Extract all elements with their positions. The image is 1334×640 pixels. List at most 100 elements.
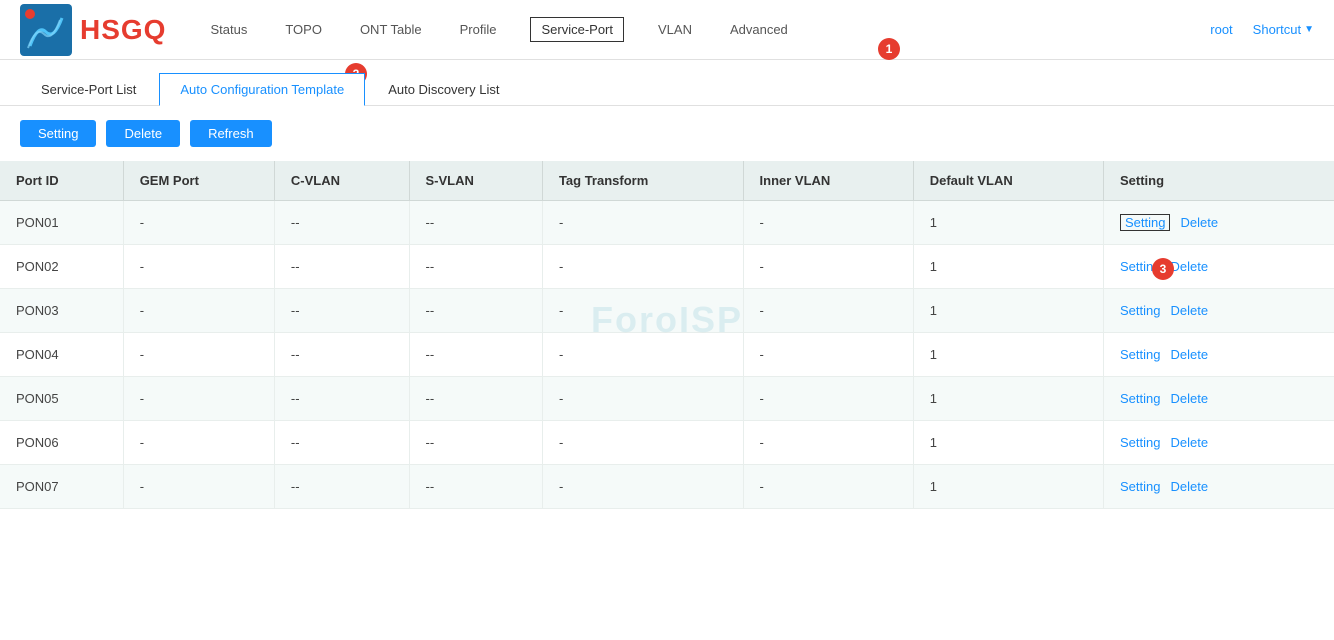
cell-default-vlan: 1 <box>913 201 1103 245</box>
nav-right: root Shortcut ▼ <box>1210 22 1314 37</box>
cell-port-id: PON07 <box>0 465 123 509</box>
cell-c-vlan: -- <box>274 201 409 245</box>
cell-port-id: PON05 <box>0 377 123 421</box>
cell-default-vlan: 1 <box>913 333 1103 377</box>
table-container: Port ID GEM Port C-VLAN S-VLAN Tag Trans… <box>0 161 1334 509</box>
cell-tag-transform: - <box>542 377 743 421</box>
row-delete-link[interactable]: Delete <box>1170 303 1208 318</box>
cell-default-vlan: 1 <box>913 245 1103 289</box>
cell-actions: Setting Delete <box>1103 377 1334 421</box>
row-setting-link[interactable]: Setting <box>1120 391 1160 406</box>
cell-gem-port: - <box>123 465 274 509</box>
cell-tag-transform: - <box>542 245 743 289</box>
col-setting: Setting <box>1103 161 1334 201</box>
cell-s-vlan: -- <box>409 201 542 245</box>
cell-tag-transform: - <box>542 465 743 509</box>
row-delete-link[interactable]: Delete <box>1170 435 1208 450</box>
col-default-vlan: Default VLAN <box>913 161 1103 201</box>
cell-port-id: PON02 <box>0 245 123 289</box>
col-inner-vlan: Inner VLAN <box>743 161 913 201</box>
table-row: PON07-------1SettingDelete <box>0 465 1334 509</box>
cell-s-vlan: -- <box>409 245 542 289</box>
cell-c-vlan: -- <box>274 465 409 509</box>
cell-port-id: PON01 <box>0 201 123 245</box>
nav-item-advanced[interactable]: Advanced <box>726 4 792 55</box>
row-setting-link[interactable]: Setting <box>1120 347 1160 362</box>
cell-port-id: PON03 <box>0 289 123 333</box>
row-delete-link[interactable]: Delete <box>1170 479 1208 494</box>
cell-inner-vlan: - <box>743 201 913 245</box>
cell-inner-vlan: - <box>743 421 913 465</box>
cell-gem-port: - <box>123 245 274 289</box>
cell-gem-port: - <box>123 377 274 421</box>
cell-actions: Setting Delete <box>1103 289 1334 333</box>
cell-tag-transform: - <box>542 421 743 465</box>
cell-gem-port: - <box>123 201 274 245</box>
nav-item-vlan[interactable]: VLAN <box>654 4 696 55</box>
cell-default-vlan: 1 <box>913 377 1103 421</box>
badge-1: 1 <box>878 38 900 60</box>
col-gem-port: GEM Port <box>123 161 274 201</box>
col-c-vlan: C-VLAN <box>274 161 409 201</box>
table-row: PON06-------1SettingDelete <box>0 421 1334 465</box>
cell-gem-port: - <box>123 421 274 465</box>
cell-s-vlan: -- <box>409 333 542 377</box>
nav-item-service-port[interactable]: Service-Port <box>530 17 624 42</box>
cell-actions: Setting Delete <box>1103 333 1334 377</box>
tab-auto-discovery-list[interactable]: Auto Discovery List <box>367 73 520 106</box>
header: HSGQ Status TOPO ONT Table Profile Servi… <box>0 0 1334 60</box>
cell-c-vlan: -- <box>274 245 409 289</box>
row-delete-link[interactable]: Delete <box>1170 347 1208 362</box>
cell-s-vlan: -- <box>409 465 542 509</box>
cell-inner-vlan: - <box>743 377 913 421</box>
cell-inner-vlan: - <box>743 333 913 377</box>
row-setting-link[interactable]: Setting <box>1120 479 1160 494</box>
refresh-button[interactable]: Refresh <box>190 120 272 147</box>
delete-button[interactable]: Delete <box>106 120 180 147</box>
cell-tag-transform: - <box>542 289 743 333</box>
badge-3: 3 <box>1152 258 1174 280</box>
nav-item-ont-table[interactable]: ONT Table <box>356 4 426 55</box>
cell-s-vlan: -- <box>409 377 542 421</box>
cell-tag-transform: - <box>542 333 743 377</box>
col-s-vlan: S-VLAN <box>409 161 542 201</box>
cell-c-vlan: -- <box>274 289 409 333</box>
sub-tabs: Service-Port List Auto Configuration Tem… <box>0 60 1334 106</box>
nav-item-topo[interactable]: TOPO <box>281 4 326 55</box>
table-row: PON01-------1SettingDelete <box>0 201 1334 245</box>
cell-s-vlan: -- <box>409 421 542 465</box>
cell-gem-port: - <box>123 333 274 377</box>
cell-actions: Setting Delete <box>1103 465 1334 509</box>
main-table: Port ID GEM Port C-VLAN S-VLAN Tag Trans… <box>0 161 1334 509</box>
nav-item-profile[interactable]: Profile <box>456 4 501 55</box>
cell-inner-vlan: - <box>743 465 913 509</box>
cell-actions: Setting Delete <box>1103 421 1334 465</box>
row-delete-link[interactable]: Delete <box>1180 215 1218 230</box>
logo-text: HSGQ <box>80 14 166 46</box>
cell-inner-vlan: - <box>743 245 913 289</box>
col-port-id: Port ID <box>0 161 123 201</box>
table-row: PON04-------1SettingDelete <box>0 333 1334 377</box>
nav-item-status[interactable]: Status <box>206 4 251 55</box>
setting-button[interactable]: Setting <box>20 120 96 147</box>
cell-s-vlan: -- <box>409 289 542 333</box>
table-header-row: Port ID GEM Port C-VLAN S-VLAN Tag Trans… <box>0 161 1334 201</box>
cell-inner-vlan: - <box>743 289 913 333</box>
row-delete-link[interactable]: Delete <box>1170 259 1208 274</box>
cell-tag-transform: - <box>542 201 743 245</box>
table-row: PON03-------1SettingDelete <box>0 289 1334 333</box>
chevron-down-icon: ▼ <box>1304 24 1314 35</box>
logo-area: HSGQ <box>20 4 166 56</box>
logo-icon <box>20 4 72 56</box>
main-nav: Status TOPO ONT Table Profile Service-Po… <box>206 4 1210 55</box>
nav-root-link[interactable]: root <box>1210 22 1232 37</box>
row-setting-link[interactable]: Setting <box>1120 303 1160 318</box>
row-delete-link[interactable]: Delete <box>1170 391 1208 406</box>
shortcut-dropdown[interactable]: Shortcut ▼ <box>1253 22 1314 37</box>
tab-auto-config-template[interactable]: Auto Configuration Template <box>159 73 365 106</box>
row-setting-link[interactable]: Setting <box>1120 214 1170 231</box>
shortcut-label: Shortcut <box>1253 22 1301 37</box>
row-setting-link[interactable]: Setting <box>1120 435 1160 450</box>
cell-c-vlan: -- <box>274 377 409 421</box>
tab-service-port-list[interactable]: Service-Port List <box>20 73 157 106</box>
